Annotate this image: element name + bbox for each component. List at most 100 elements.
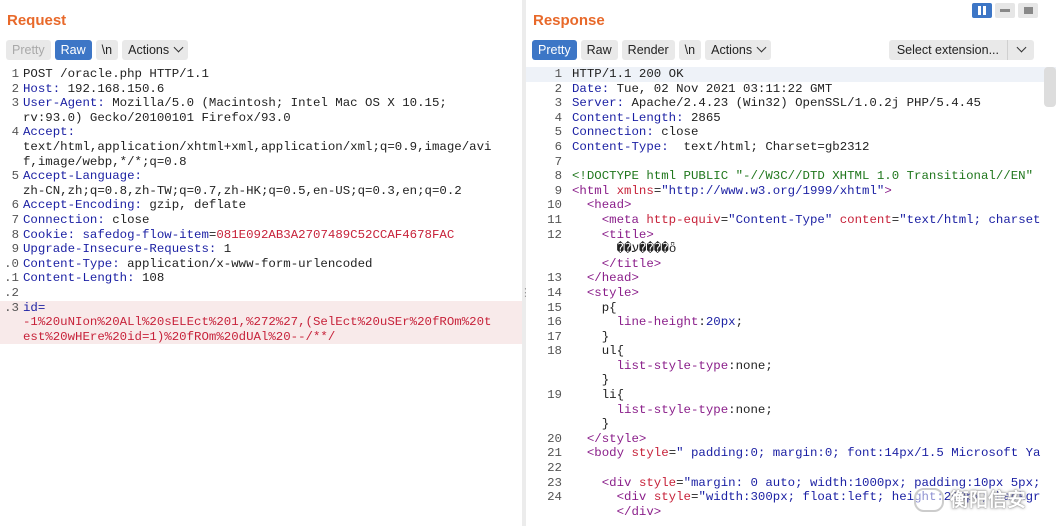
line-text: POST /oracle.php HTTP/1.1: [23, 67, 209, 82]
line-text: li{: [572, 388, 624, 403]
newline-toggle[interactable]: \n: [95, 40, 119, 60]
html-token: style: [638, 475, 677, 490]
pretty-tab[interactable]: Pretty: [532, 40, 577, 60]
line-number: [526, 242, 572, 257]
header-name: Content-Type:: [572, 139, 669, 154]
header-value: text/html; Charset=gb2312: [668, 139, 870, 154]
line-text: <html xmlns="http://www.w3.org/1999/xhtm…: [572, 184, 892, 199]
raw-tab[interactable]: Raw: [580, 40, 618, 60]
html-token: [572, 198, 587, 212]
line-number: 14: [547, 285, 562, 300]
code-line: }: [526, 417, 1056, 432]
line-text: </div>: [572, 505, 662, 520]
line-text: <style>: [572, 286, 639, 301]
code-line: 12 <title>: [526, 228, 1056, 243]
header-value: Tue, 02 Nov 2021 03:11:22 GMT: [609, 81, 833, 96]
line-number: [526, 257, 572, 272]
dropdown-arrow-area: [1007, 40, 1034, 60]
line-text: Accept-Encoding: gzip, deflate: [23, 198, 246, 213]
header-name: Server:: [572, 96, 625, 111]
actions-menu[interactable]: Actions: [705, 40, 772, 60]
code-line: 16 line-height:20px;: [526, 315, 1056, 330]
line-number: 18: [547, 344, 562, 359]
header-name: User-Agent:: [23, 96, 105, 111]
raw-tab[interactable]: Raw: [54, 40, 92, 60]
html-token: [572, 359, 617, 373]
line-number: [0, 111, 23, 126]
html-token: [572, 446, 587, 460]
html-token: http-equiv: [646, 212, 721, 227]
html-token: [572, 403, 617, 417]
line-number: 5: [11, 169, 19, 184]
actions-menu[interactable]: Actions: [122, 40, 189, 60]
line-number: .1: [4, 271, 19, 286]
header-name: Upgrade-Insecure-Requests:: [23, 242, 217, 257]
split-horizontal-icon[interactable]: [972, 3, 992, 18]
line-number: [0, 184, 23, 199]
request-editor[interactable]: 1 POST /oracle.php HTTP/1.1 2 Host: 192.168…: [0, 67, 522, 526]
line-number: 4: [11, 125, 19, 140]
code-line: 14 <style>: [526, 286, 1056, 301]
request-pane: Request Pretty Raw \n Actions 1 POST /ora…: [0, 0, 522, 526]
html-token: :: [698, 315, 706, 330]
pretty-tab[interactable]: Pretty: [6, 40, 51, 60]
request-toolbar: Pretty Raw \n Actions: [6, 40, 189, 60]
line-number: 7: [554, 154, 562, 169]
split-vertical-icon[interactable]: [995, 3, 1015, 18]
html-token: :none;: [728, 358, 773, 373]
line-number: 20: [547, 431, 562, 446]
line-number: 7: [11, 212, 19, 227]
code-line: .1 Content-Length: 108: [0, 271, 522, 286]
plain-text: f,image/webp,*/*;q=0.8: [23, 154, 187, 169]
html-token: list-style-type: [616, 358, 729, 373]
header-name: Content-Length:: [572, 110, 684, 125]
html-token: <body: [586, 446, 632, 461]
html-token: [572, 432, 587, 446]
payload-value: -1%20uNIon%20ALl%20sELEct%201,%272%27,(S…: [23, 315, 492, 330]
line-text: <!DOCTYPE html PUBLIC "-//W3C//DTD XHTML…: [572, 169, 1033, 184]
html-token: ��ע����ȫ: [572, 242, 677, 257]
code-line: 5 Connection: close: [526, 125, 1056, 140]
code-line: f,image/webp,*/*;q=0.8: [0, 155, 522, 170]
response-editor[interactable]: 1 HTTP/1.1 200 OK 2 Date: Tue, 02 Nov 2021 …: [526, 67, 1056, 526]
html-token: <html: [572, 183, 617, 198]
code-line: </title>: [526, 257, 1056, 272]
line-text: ��ע����ȫ: [572, 242, 677, 257]
html-token: [572, 315, 617, 329]
html-token: <meta: [601, 212, 647, 227]
vertical-scrollbar[interactable]: [1044, 67, 1056, 107]
line-text: Host: 192.168.150.6: [23, 82, 164, 97]
html-token: <div: [616, 490, 654, 505]
code-line: .3 id=: [0, 300, 522, 316]
newline-toggle[interactable]: \n: [678, 40, 702, 60]
line-text: Cookie: safedog-flow-item=081E092AB3A270…: [23, 228, 454, 243]
layout-switcher: [972, 3, 1038, 18]
header-name: Accept:: [23, 125, 76, 140]
line-number: [0, 315, 23, 330]
plain-text: POST /oracle.php HTTP/1.1: [23, 67, 209, 81]
line-number: 10: [547, 198, 562, 213]
html-token: =: [676, 475, 684, 490]
line-number: [0, 155, 23, 170]
code-line: 19 li{: [526, 388, 1056, 403]
header-name: Cookie:: [23, 227, 76, 242]
tabs-layout-icon[interactable]: [1018, 3, 1038, 18]
code-line: 20 </style>: [526, 432, 1056, 447]
code-line: 3 User-Agent: Mozilla/5.0 (Macintosh; Int…: [0, 96, 522, 111]
code-line: zh-CN,zh;q=0.8,zh-TW;q=0.7,zh-HK;q=0.5,e…: [0, 184, 522, 199]
select-extension-dropdown[interactable]: Select extension...: [888, 40, 1034, 60]
plain-text: text/html,application/xhtml+xml,applicat…: [23, 139, 492, 154]
html-token: [572, 257, 602, 271]
response-title: Response: [533, 12, 605, 29]
html-token: [572, 213, 602, 227]
html-token: xmlns: [616, 183, 654, 198]
render-tab[interactable]: Render: [621, 40, 675, 60]
line-number: .2: [4, 285, 19, 300]
html-token: =: [668, 446, 677, 461]
code-line: list-style-type:none;: [526, 403, 1056, 418]
line-number: 19: [547, 388, 562, 403]
code-line: 13 </head>: [526, 271, 1056, 286]
request-title: Request: [7, 12, 67, 29]
chevron-down-icon: [756, 42, 767, 53]
line-number: [0, 330, 23, 345]
